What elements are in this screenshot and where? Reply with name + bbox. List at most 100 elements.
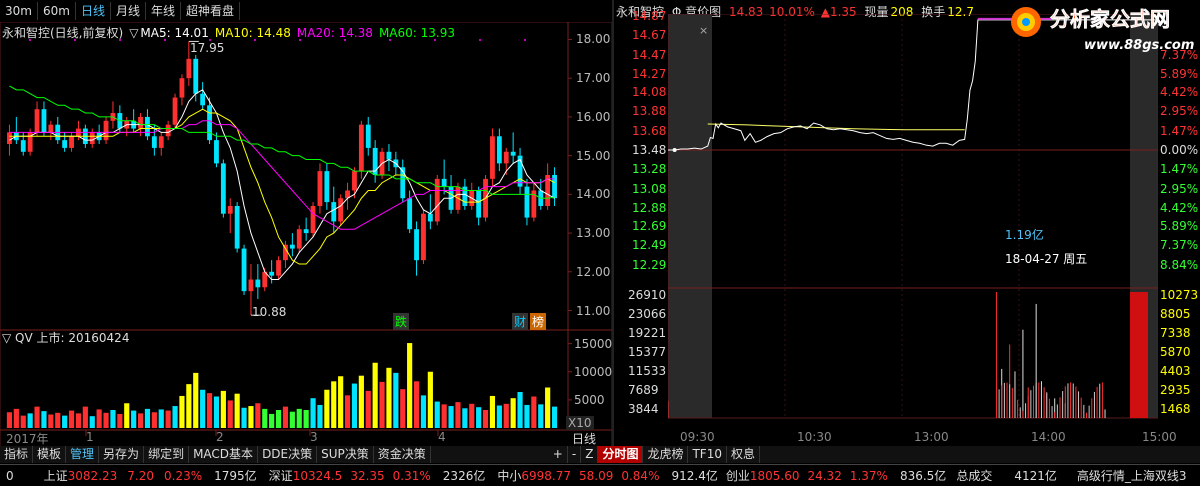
tab-f10[interactable]: TF10 <box>688 446 727 463</box>
status-zx-pct: 0.84% <box>621 468 660 483</box>
volume-bar <box>400 389 406 428</box>
xaxis-period: 日线 <box>572 432 597 446</box>
zoom-out-button[interactable]: - <box>568 446 582 463</box>
zoom-reset-button[interactable]: Z <box>581 446 599 463</box>
volume-bar <box>151 412 157 428</box>
tag-cai[interactable]: 财 <box>512 313 529 330</box>
volume-bar <box>379 381 385 428</box>
volume-bar <box>338 376 344 428</box>
volume-tick-label: 15000 <box>574 336 613 351</box>
xaxis-label-mar: 3 <box>310 430 318 444</box>
period-yearly-button[interactable]: 年线 <box>146 2 181 20</box>
volume-bar <box>545 387 551 428</box>
kline-chart[interactable] <box>0 22 612 447</box>
volume-bar <box>234 393 240 428</box>
intraday-time-label: 14:00 <box>1031 430 1066 444</box>
volume-bar <box>227 400 233 428</box>
candle-body <box>414 229 419 261</box>
candle-body <box>89 132 95 145</box>
volume-bar <box>489 395 496 428</box>
period-60m-button[interactable]: 60m <box>38 2 76 20</box>
volume-bar <box>538 404 544 428</box>
volume-bar <box>34 406 40 428</box>
volume-bar <box>55 412 61 428</box>
volume-bar <box>200 389 206 428</box>
intraday-pct-tick: 5.89% <box>1160 66 1199 81</box>
tab-indicator[interactable]: 指标 <box>0 446 34 463</box>
intraday-price-tick: 12.49 <box>632 238 667 253</box>
tab-sup[interactable]: SUP决策 <box>317 446 374 463</box>
volume-bar <box>462 408 468 428</box>
status-ticker[interactable]: 高级行情_上海双线3 <box>1077 467 1187 484</box>
volume-bar <box>193 372 199 428</box>
super-view-button[interactable]: 超神看盘 <box>181 2 240 20</box>
volume-bar <box>89 416 95 428</box>
candle-body <box>283 244 288 261</box>
candle-body <box>158 136 164 148</box>
period-monthly-button[interactable]: 月线 <box>111 2 146 20</box>
candle-body <box>248 279 254 292</box>
intraday-volume-tick-right: 2935 <box>1160 383 1191 397</box>
status-cy-amt: 836.5亿 <box>899 469 947 483</box>
tab-macd[interactable]: MACD基本 <box>189 446 259 463</box>
volume-bar <box>213 396 220 428</box>
status-cy-pct: 1.37% <box>849 468 888 483</box>
volume-bar <box>441 404 447 428</box>
volume-bar <box>407 343 413 428</box>
xaxis-label-year: 2017年 <box>6 432 49 446</box>
volume-bar <box>524 404 530 428</box>
status-sh-name[interactable]: 上证 <box>44 467 68 484</box>
status-sz-amt: 2326亿 <box>442 469 486 483</box>
zoom-in-button[interactable]: + <box>549 446 568 463</box>
status-cy-chg: 24.32 <box>807 468 842 483</box>
close-crosshair-icon[interactable]: × <box>699 24 708 37</box>
tab-dragon-tiger[interactable]: 龙虎榜 <box>643 446 689 463</box>
tab-fund[interactable]: 资金决策 <box>374 446 431 463</box>
tag-bang[interactable]: 榜 <box>530 313 547 330</box>
intraday-pct-tick: 7.37% <box>1160 238 1199 253</box>
candle-body <box>62 140 68 148</box>
intraday-volume-tick: 15377 <box>628 345 667 359</box>
volume-bar <box>434 401 440 428</box>
volume-bar <box>62 415 68 428</box>
status-sz-chg: 32.35 <box>350 468 385 483</box>
volume-bar <box>496 405 502 428</box>
tab-save-as[interactable]: 另存为 <box>99 446 145 463</box>
tab-template[interactable]: 模板 <box>33 446 67 463</box>
volume-bar <box>413 381 420 428</box>
tab-bind-to[interactable]: 绑定到 <box>144 446 190 463</box>
intraday-time-label: 15:00 <box>1142 430 1177 444</box>
volume-bar <box>531 396 537 428</box>
period-daily-button[interactable]: 日线 <box>76 2 111 20</box>
tab-rights[interactable]: 权息 <box>727 446 760 463</box>
status-cy-name[interactable]: 创业 <box>726 467 750 484</box>
candle-body <box>338 198 344 222</box>
volume-unit: X10 <box>566 416 594 430</box>
intraday-chart[interactable] <box>668 14 1158 430</box>
volume-bar <box>386 367 392 428</box>
status-zx-name[interactable]: 中小 <box>497 467 521 484</box>
volume-bar <box>137 413 144 428</box>
tab-intraday[interactable]: 分时图 <box>598 446 644 463</box>
volume-bar <box>241 407 247 428</box>
status-sh-val: 3082.23 <box>67 468 118 483</box>
tab-dde[interactable]: DDE决策 <box>258 446 318 463</box>
bottom-tabs: 指标 模板 管理 另存为 绑定到 MACD基本 DDE决策 SUP决策 资金决策… <box>0 446 1200 463</box>
period-30m-button[interactable]: 30m <box>0 2 38 20</box>
volume-title-text: QV 上市: 20160424 <box>15 331 130 345</box>
candle-body <box>103 120 109 141</box>
candle-body <box>510 151 516 156</box>
volume-bar <box>331 381 337 428</box>
tag-die[interactable]: 跌 <box>393 313 410 330</box>
volume-bar <box>448 406 454 428</box>
ma-dot <box>434 39 436 41</box>
price-tick-label: 16.00 <box>576 109 611 124</box>
tab-manage[interactable]: 管理 <box>66 446 100 463</box>
status-sh-chg: 7.20 <box>127 468 154 483</box>
status-sz-name[interactable]: 深证 <box>269 467 293 484</box>
candle-body <box>427 213 433 222</box>
volume-bar <box>75 413 82 428</box>
candle-body <box>41 109 47 133</box>
candle-body <box>317 171 323 206</box>
candle-body <box>296 229 302 249</box>
